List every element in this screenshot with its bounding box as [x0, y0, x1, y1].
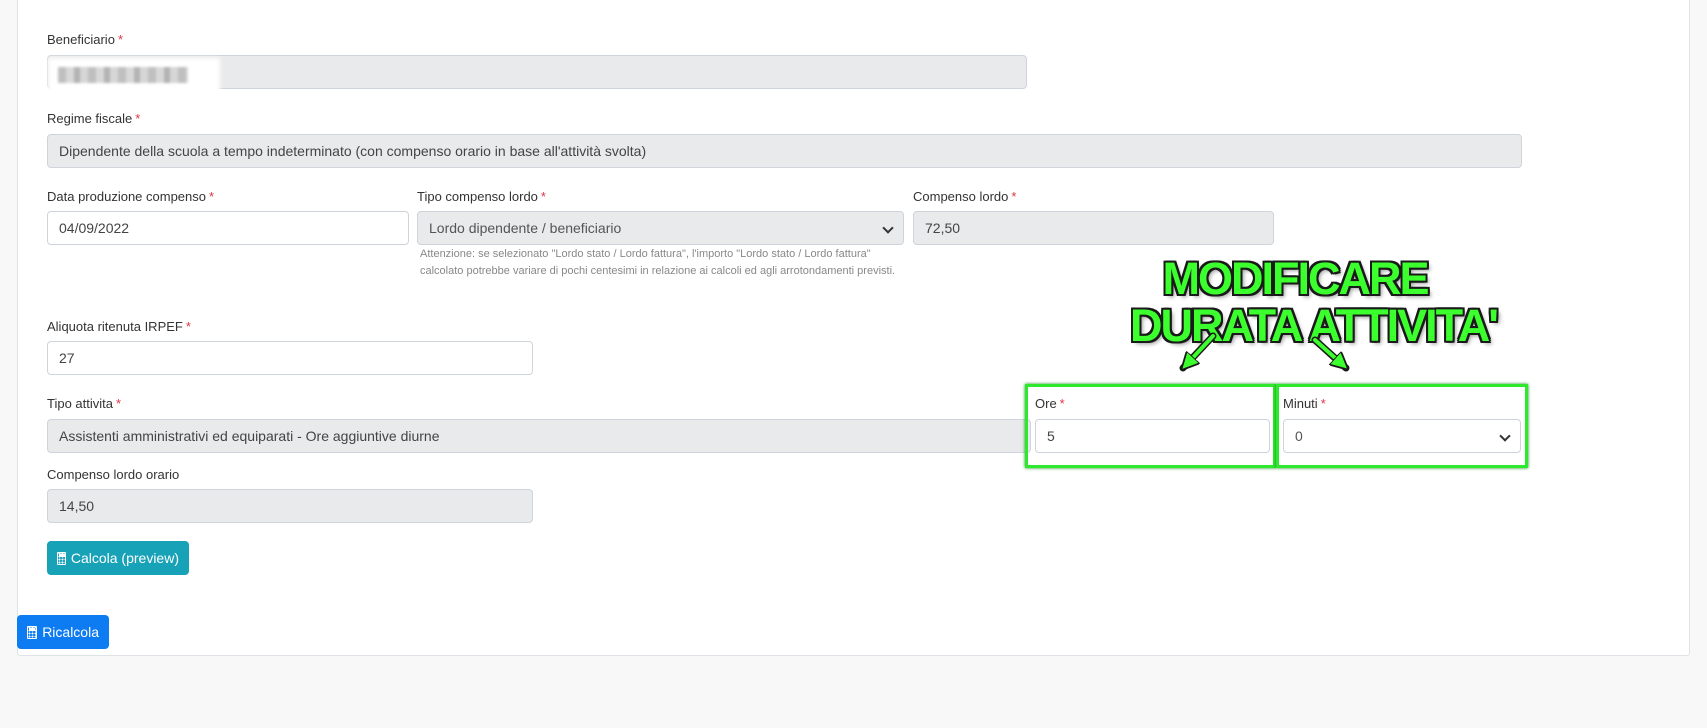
- annotation-arrows: [1179, 332, 1707, 728]
